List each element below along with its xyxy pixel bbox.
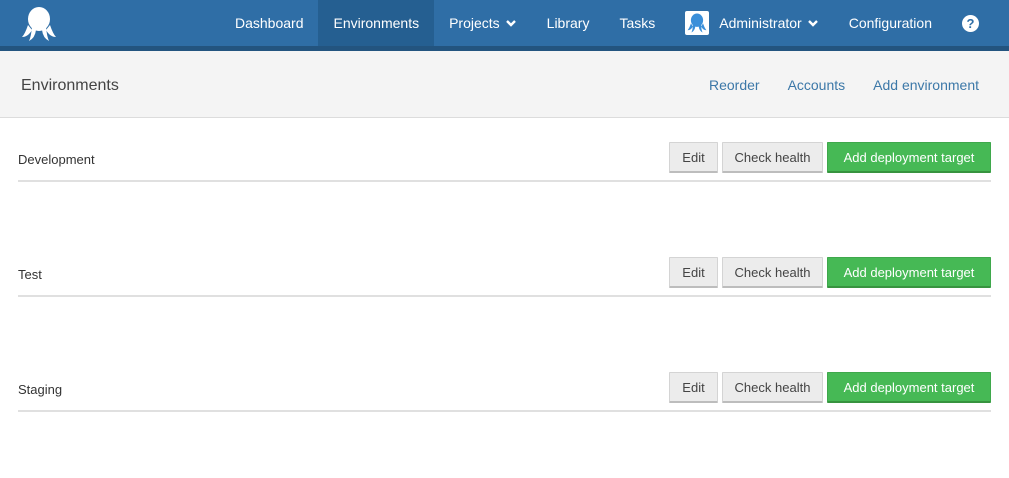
nav-dashboard[interactable]: Dashboard <box>220 0 319 46</box>
avatar <box>685 11 710 35</box>
nav-tasks-label: Tasks <box>619 15 656 31</box>
chevron-down-icon <box>505 20 516 27</box>
add-environment-link[interactable]: Add environment <box>873 77 979 93</box>
environment-actions: Edit Check health Add deployment target <box>665 372 991 403</box>
environment-name: Development <box>18 152 95 167</box>
add-deployment-target-button[interactable]: Add deployment target <box>827 372 991 403</box>
environment-actions: Edit Check health Add deployment target <box>665 142 991 173</box>
octopus-logo-icon[interactable] <box>22 6 56 42</box>
environment-name: Staging <box>18 382 63 397</box>
add-deployment-target-button[interactable]: Add deployment target <box>827 257 991 288</box>
edit-button[interactable]: Edit <box>669 142 718 173</box>
check-health-button[interactable]: Check health <box>722 142 823 173</box>
chevron-down-icon <box>807 20 818 27</box>
nav-tasks[interactable]: Tasks <box>604 0 670 46</box>
octopus-avatar-icon <box>687 13 707 33</box>
check-health-button[interactable]: Check health <box>722 257 823 288</box>
environment-row-staging: Staging Edit Check health Add deployment… <box>18 372 991 412</box>
add-deployment-target-button[interactable]: Add deployment target <box>827 142 991 173</box>
nav-projects-label: Projects <box>449 15 500 31</box>
reorder-link[interactable]: Reorder <box>709 77 760 93</box>
nav-library[interactable]: Library <box>532 0 605 46</box>
help-icon: ? <box>962 14 979 32</box>
main-nav: Dashboard Environments Projects Library … <box>220 0 1009 46</box>
environment-row-development: Development Edit Check health Add deploy… <box>18 142 991 182</box>
nav-dashboard-label: Dashboard <box>234 15 304 31</box>
top-navigation-bar: Dashboard Environments Projects Library … <box>0 0 1009 51</box>
nav-user-menu[interactable]: Administrator <box>670 0 833 46</box>
check-health-button[interactable]: Check health <box>722 372 823 403</box>
page-header: Environments Reorder Accounts Add enviro… <box>0 51 1009 118</box>
nav-environments[interactable]: Environments <box>318 0 435 46</box>
nav-library-label: Library <box>546 15 590 31</box>
environment-name: Test <box>18 267 42 282</box>
help-button[interactable]: ? <box>947 0 1009 46</box>
nav-user-label: Administrator <box>719 15 802 31</box>
accounts-link[interactable]: Accounts <box>788 77 846 93</box>
environment-actions: Edit Check health Add deployment target <box>665 257 991 288</box>
page-title: Environments <box>21 77 119 94</box>
edit-button[interactable]: Edit <box>669 257 718 288</box>
nav-projects[interactable]: Projects <box>434 0 532 46</box>
nav-configuration[interactable]: Configuration <box>834 0 947 46</box>
nav-environments-label: Environments <box>333 15 420 31</box>
edit-button[interactable]: Edit <box>669 372 718 403</box>
nav-configuration-label: Configuration <box>848 15 932 31</box>
environment-row-test: Test Edit Check health Add deployment ta… <box>18 257 991 297</box>
page-actions: Reorder Accounts Add environment <box>681 77 979 93</box>
